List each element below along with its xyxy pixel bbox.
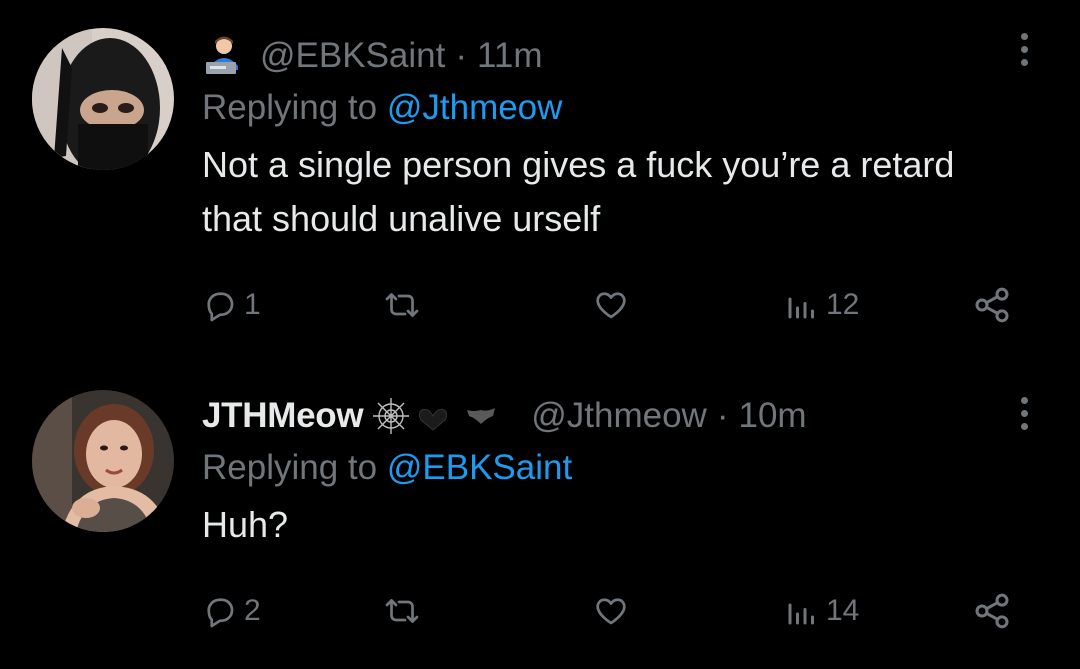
share-nodes-icon xyxy=(975,287,1009,323)
tweet-actions: 1 12 xyxy=(202,280,1022,330)
views-button[interactable]: 14 xyxy=(784,586,859,636)
tweet-timestamp[interactable]: 11m xyxy=(477,36,543,76)
reply-button[interactable]: 2 xyxy=(202,586,261,636)
share-button[interactable] xyxy=(972,280,1012,330)
retweet-button[interactable] xyxy=(382,586,428,636)
replying-prefix: Replying to xyxy=(202,88,378,127)
retweet-icon xyxy=(385,599,419,623)
more-dot xyxy=(1020,409,1028,417)
avatar-image xyxy=(32,28,174,170)
replying-to: Replying to @Jthmeow xyxy=(202,88,1020,128)
tweet-header: @EBKSaint · 11m xyxy=(202,30,1020,82)
reply-bubble-icon xyxy=(207,292,234,322)
reply-count: 2 xyxy=(244,594,261,627)
more-vertical-icon xyxy=(1020,32,1028,40)
reply-button[interactable]: 1 xyxy=(202,280,261,330)
avatar-image xyxy=(32,390,174,532)
views-count: 14 xyxy=(826,594,860,627)
header-separator: · xyxy=(716,396,729,435)
views-count: 12 xyxy=(826,288,860,321)
replying-to-mention[interactable]: @Jthmeow xyxy=(387,88,563,127)
spiderweb-heart-bat-emoji-icon xyxy=(371,396,521,436)
tweet-timestamp[interactable]: 10m xyxy=(739,396,807,436)
tweet-ebksaint[interactable]: @EBKSaint · 11m Replying to @Jthmeow Not… xyxy=(0,0,1080,348)
replying-prefix: Replying to xyxy=(202,448,378,487)
like-button[interactable] xyxy=(592,280,636,330)
more-options-button[interactable] xyxy=(1012,388,1036,438)
views-button[interactable]: 12 xyxy=(784,280,859,330)
share-button[interactable] xyxy=(972,586,1012,636)
more-dot xyxy=(1020,422,1028,430)
more-vertical-icon xyxy=(1020,396,1028,404)
more-dot xyxy=(1020,45,1028,53)
retweet-icon xyxy=(385,293,419,317)
tweet-content: JTHMeow @Jthmeow · 10m Replying to @EBKS… xyxy=(202,390,1020,552)
heart-icon xyxy=(596,598,626,625)
tweet-handle[interactable]: @EBKSaint xyxy=(260,36,445,76)
like-button[interactable] xyxy=(592,586,636,636)
avatar-jthmeow[interactable] xyxy=(32,390,174,532)
replying-to-mention[interactable]: @EBKSaint xyxy=(387,448,572,487)
tweet-text: Not a single person gives a fuck you’re … xyxy=(202,144,955,239)
more-dot xyxy=(1020,58,1028,66)
tweet-handle[interactable]: @Jthmeow xyxy=(531,396,707,436)
tweet-text: Huh? xyxy=(202,504,289,545)
heart-icon xyxy=(596,292,626,319)
reply-bubble-icon xyxy=(207,598,234,628)
share-nodes-icon xyxy=(975,593,1009,629)
header-separator: · xyxy=(455,36,467,75)
replying-to: Replying to @EBKSaint xyxy=(202,448,1020,488)
more-options-button[interactable] xyxy=(1012,24,1036,74)
reply-count: 1 xyxy=(244,288,261,321)
tweet-jthmeow[interactable]: JTHMeow @Jthmeow · 10m Replying to @EBKS… xyxy=(0,360,1080,669)
tweet-display-name[interactable]: JTHMeow xyxy=(202,396,364,436)
avatar-ebksaint[interactable] xyxy=(32,28,174,170)
tweet-actions: 2 14 xyxy=(202,586,1022,636)
tweet-header: JTHMeow @Jthmeow · 10m xyxy=(202,390,1020,442)
views-bar-chart-icon xyxy=(788,603,814,625)
views-bar-chart-icon xyxy=(788,297,814,319)
retweet-button[interactable] xyxy=(382,280,428,330)
tweet-content: @EBKSaint · 11m Replying to @Jthmeow Not… xyxy=(202,30,1020,246)
technologist-emoji-icon xyxy=(202,36,246,76)
